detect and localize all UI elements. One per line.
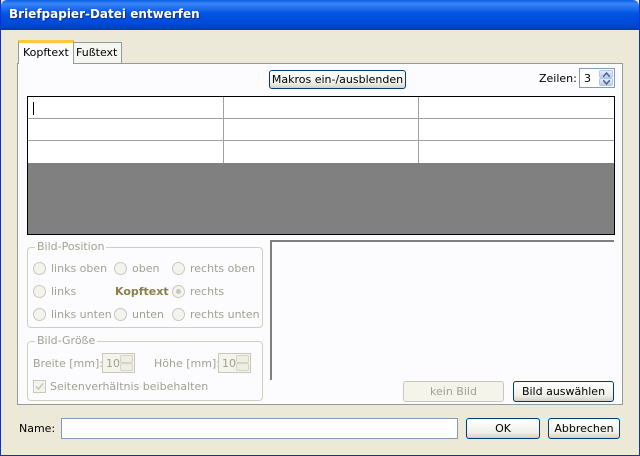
- image-position-title: Bild-Position: [35, 240, 107, 253]
- choose-image-button[interactable]: Bild auswählen: [513, 381, 614, 402]
- height-down-button[interactable]: [236, 363, 249, 371]
- chevron-down-icon: [603, 80, 610, 85]
- header-text-grid[interactable]: [28, 97, 614, 163]
- radio-label: rechts: [190, 285, 225, 298]
- radio-button[interactable]: [33, 308, 46, 321]
- radio-button[interactable]: [114, 262, 127, 275]
- rows-value: 3: [584, 72, 591, 85]
- grid-cell[interactable]: [224, 119, 419, 141]
- position-center-label: Kopftext: [115, 285, 169, 298]
- grid-cell[interactable]: [419, 97, 614, 119]
- rows-label: Zeilen:: [539, 72, 577, 85]
- keep-ratio-checkbox[interactable]: [33, 380, 46, 393]
- no-image-button[interactable]: kein Bild: [403, 381, 504, 402]
- toggle-macros-button[interactable]: Makros ein-/ausblenden: [269, 70, 406, 89]
- radio-button[interactable]: [33, 262, 46, 275]
- width-spinner[interactable]: 10: [102, 353, 135, 373]
- grid-cell[interactable]: [28, 141, 224, 163]
- grid-cell[interactable]: [419, 119, 614, 141]
- height-spinner[interactable]: 10: [218, 353, 251, 373]
- image-size-title: Bild-Größe: [35, 334, 98, 347]
- radio-label: links unten: [51, 308, 112, 321]
- grid-cell[interactable]: [224, 97, 419, 119]
- rows-down-button[interactable]: [599, 78, 613, 86]
- grid-cell[interactable]: [419, 141, 614, 163]
- radio-label: links oben: [51, 262, 108, 275]
- text-cursor: [33, 102, 34, 115]
- chevron-up-icon: [603, 72, 610, 77]
- grid-cell[interactable]: [224, 141, 419, 163]
- rows-spinner[interactable]: 3: [579, 68, 615, 88]
- height-value: 10: [222, 357, 236, 370]
- radio-label: unten: [132, 308, 164, 321]
- grid-cell[interactable]: [28, 119, 224, 141]
- height-up-button[interactable]: [236, 355, 249, 363]
- height-label: Höhe [mm]:: [154, 357, 220, 370]
- radio-button[interactable]: [114, 308, 127, 321]
- cancel-button[interactable]: Abbrechen: [548, 418, 620, 439]
- checkmark-icon: [35, 382, 44, 391]
- header-text-area[interactable]: [27, 96, 615, 235]
- grid-cell[interactable]: [28, 97, 224, 119]
- radio-button[interactable]: [33, 285, 46, 298]
- name-input[interactable]: [61, 418, 458, 439]
- image-preview: [270, 240, 614, 380]
- dialog-window: Briefpapier-Datei entwerfen Kopftext Fuß…: [0, 0, 640, 456]
- radio-button-selected[interactable]: [172, 285, 185, 298]
- width-down-button[interactable]: [120, 363, 133, 371]
- width-up-button[interactable]: [120, 355, 133, 363]
- width-value: 10: [106, 357, 120, 370]
- radio-label: rechts unten: [190, 308, 260, 321]
- ok-button[interactable]: OK: [466, 418, 540, 439]
- name-label: Name:: [19, 422, 56, 435]
- radio-button[interactable]: [172, 262, 185, 275]
- rows-up-button[interactable]: [599, 70, 613, 78]
- keep-ratio-label: Seitenverhältnis beibehalten: [50, 380, 209, 393]
- radio-label: rechts oben: [190, 262, 256, 275]
- width-label: Breite [mm]:: [33, 357, 103, 370]
- radio-button[interactable]: [172, 308, 185, 321]
- radio-label: oben: [132, 262, 160, 275]
- radio-label: links: [51, 285, 77, 298]
